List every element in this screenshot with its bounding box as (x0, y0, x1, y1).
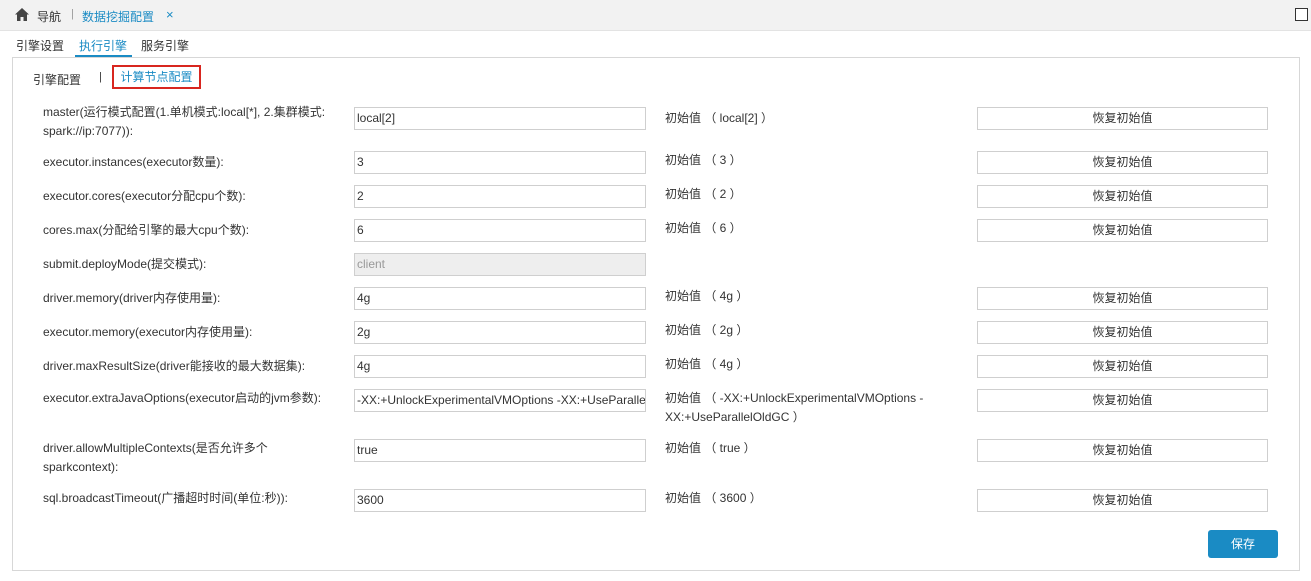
broadcast-timeout-input[interactable]: 3600 (354, 489, 646, 512)
config-form[interactable]: master(运行模式配置(1.单机模式:local[*], 2.集群模式: s… (13, 95, 1297, 512)
nav-home-label[interactable]: 导航 (37, 8, 61, 25)
field-label: executor.instances(executor数量): (43, 155, 224, 169)
nav-separator: | (71, 8, 74, 20)
top-bar: 导航 | 数据挖掘配置 × (0, 0, 1311, 31)
initial-value: 初始值 （ -XX:+UnlockExperimentalVMOptions -… (665, 391, 924, 424)
allow-multiple-contexts-input[interactable]: true (354, 439, 646, 462)
initial-value: 初始值 （ 3 ） (665, 153, 742, 167)
reset-button[interactable]: 恢复初始值 (977, 151, 1268, 174)
field-label: submit.deployMode(提交模式): (43, 257, 207, 271)
maximize-icon[interactable] (1295, 8, 1308, 21)
field-label: executor.cores(executor分配cpu个数): (43, 189, 246, 203)
driver-memory-input[interactable]: 4g (354, 287, 646, 310)
reset-button[interactable]: 恢复初始值 (977, 287, 1268, 310)
subtab-engine-settings[interactable]: 引擎设置 (16, 37, 64, 54)
initial-value: 初始值 （ 3600 ） (665, 491, 762, 505)
field-label: cores.max(分配给引擎的最大cpu个数): (43, 223, 250, 237)
reset-button[interactable]: 恢复初始值 (977, 321, 1268, 344)
max-result-size-input[interactable]: 4g (354, 355, 646, 378)
tab-data-mining-config[interactable]: 数据挖掘配置 (82, 8, 154, 25)
initial-value: 初始值 （ 2 ） (665, 187, 742, 201)
initial-value: 初始值 （ 2g ） (665, 323, 749, 337)
close-icon[interactable]: × (166, 7, 174, 22)
field-label: executor.extraJavaOptions(executor启动的jvm… (43, 391, 322, 405)
reset-button[interactable]: 恢复初始值 (977, 489, 1268, 512)
reset-button[interactable]: 恢复初始值 (977, 185, 1268, 208)
reset-button[interactable]: 恢复初始值 (977, 107, 1268, 130)
tab-engine-config[interactable]: 引擎配置 (33, 71, 81, 88)
executor-instances-input[interactable]: 3 (354, 151, 646, 174)
field-label: driver.memory(driver内存使用量): (43, 291, 221, 305)
extra-java-options-input[interactable]: -XX:+UnlockExperimentalVMOptions -XX:+Us… (354, 389, 646, 412)
inner-tab-separator: | (99, 71, 102, 83)
initial-value: 初始值 （ 6 ） (665, 221, 742, 235)
reset-button[interactable]: 恢复初始值 (977, 439, 1268, 462)
initial-value: 初始值 （ 4g ） (665, 289, 749, 303)
master-input[interactable]: local[2] (354, 107, 646, 130)
initial-value: 初始值 （ local[2] ） (665, 111, 774, 125)
field-label: executor.memory(executor内存使用量): (43, 325, 253, 339)
home-icon[interactable] (15, 8, 29, 21)
initial-value: 初始值 （ true ） (665, 441, 756, 455)
subtab-service-engine[interactable]: 服务引擎 (141, 37, 189, 54)
reset-button[interactable]: 恢复初始值 (977, 355, 1268, 378)
field-label: driver.allowMultipleContexts(是否允许多个spark… (43, 441, 268, 474)
field-label: sql.broadcastTimeout(广播超时时间(单位:秒)): (43, 491, 288, 505)
deploy-mode-input: client (354, 253, 646, 276)
engine-subtabs: 引擎设置 执行引擎 服务引擎 (0, 30, 1311, 57)
executor-memory-input[interactable]: 2g (354, 321, 646, 344)
reset-button[interactable]: 恢复初始值 (977, 389, 1268, 412)
field-label: driver.maxResultSize(driver能接收的最大数据集): (43, 359, 306, 373)
initial-value: 初始值 （ 4g ） (665, 357, 749, 371)
reset-button[interactable]: 恢复初始值 (977, 219, 1268, 242)
subtab-execution-engine[interactable]: 执行引擎 (79, 37, 127, 54)
save-button[interactable]: 保存 (1208, 530, 1278, 558)
cores-max-input[interactable]: 6 (354, 219, 646, 242)
tab-compute-node-config[interactable]: 计算节点配置 (112, 65, 201, 89)
executor-cores-input[interactable]: 2 (354, 185, 646, 208)
field-label: master(运行模式配置(1.单机模式:local[*], 2.集群模式: s… (43, 105, 326, 138)
